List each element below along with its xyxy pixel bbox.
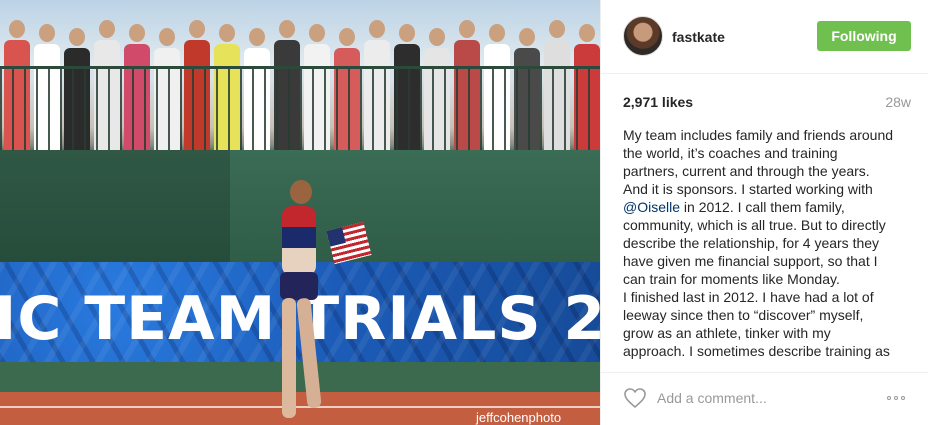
- post-caption: My team includes family and friends arou…: [623, 126, 915, 364]
- caption-line: approach. I sometimes describe training …: [623, 343, 890, 359]
- avatar[interactable]: [623, 16, 663, 56]
- more-options-icon[interactable]: [887, 389, 913, 407]
- caption-line: grow as an athlete, tinker with my: [623, 325, 831, 341]
- post-header: fastkate Following: [601, 0, 928, 74]
- comment-bar: [601, 372, 928, 425]
- caption-line: describe the relationship, for 4 years t…: [623, 235, 880, 251]
- photo-railing: [0, 66, 600, 150]
- post-sidebar: fastkate Following 2,971 likes 28w My te…: [600, 0, 928, 425]
- caption-line: community, which is all true. But to dir…: [623, 217, 886, 233]
- comment-input[interactable]: [657, 387, 877, 409]
- post-photo[interactable]: IC TEAM TRIALS 20 jeffcohenphoto: [0, 0, 600, 425]
- caption-line: And it is sponsors. I started working wi…: [623, 181, 873, 197]
- caption-text: in 2012. I call them family,: [680, 199, 845, 215]
- post-meta: 2,971 likes 28w: [623, 94, 911, 114]
- caption-line: can train for moments like Monday.: [623, 271, 840, 287]
- username-link[interactable]: fastkate: [672, 29, 725, 45]
- likes-count[interactable]: 2,971 likes: [623, 94, 693, 110]
- photo-watermark: jeffcohenphoto: [476, 410, 562, 425]
- caption-line: have given me financial support, so that…: [623, 253, 878, 269]
- post-timestamp[interactable]: 28w: [885, 94, 911, 110]
- caption-line: partners, current and through the years.: [623, 163, 870, 179]
- caption-line: My team includes family and friends arou…: [623, 127, 894, 143]
- caption-line: the world, it’s coaches and training: [623, 145, 838, 161]
- caption-line: I finished last in 2012. I have had a lo…: [623, 289, 874, 305]
- caption-line-mention: @Oiselle in 2012. I call them family,: [623, 198, 915, 216]
- photo-athlete: [272, 180, 332, 420]
- oiselle-mention-link[interactable]: @Oiselle: [623, 199, 680, 215]
- heart-icon[interactable]: [623, 387, 647, 409]
- caption-line: leeway since then to “discover” myself,: [623, 307, 864, 323]
- following-button[interactable]: Following: [817, 21, 911, 51]
